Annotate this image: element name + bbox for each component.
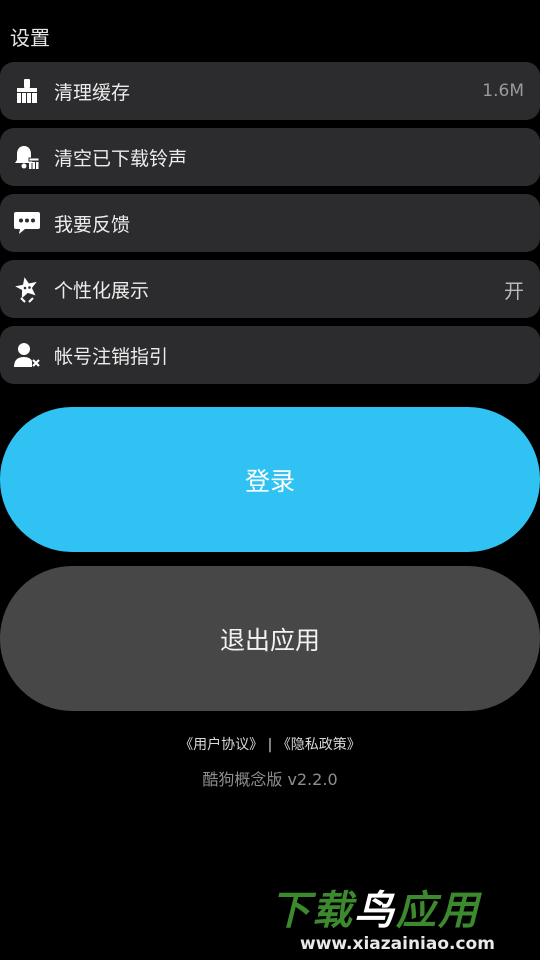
feedback-label: 我要反馈 — [54, 213, 131, 236]
clear-ringtones-label: 清空已下载铃声 — [54, 147, 188, 170]
chat-bubble-icon — [12, 208, 42, 238]
broom-icon — [12, 76, 42, 106]
user-remove-icon — [12, 340, 42, 370]
clear-cache-item[interactable]: 清理缓存 1.6M — [0, 62, 540, 120]
privacy-policy-link[interactable]: 《隐私政策》 — [277, 737, 361, 753]
login-button[interactable]: 登录 — [0, 407, 540, 552]
watermark-url: www.xiazainiao.com — [300, 934, 495, 954]
clear-cache-label: 清理缓存 — [54, 81, 131, 104]
watermark-title-part1: 下载 — [270, 888, 354, 934]
watermark-title-part2: 鸟 — [354, 888, 396, 934]
bell-clear-icon — [12, 142, 42, 172]
personalized-display-status: 开 — [504, 278, 524, 303]
personalized-display-label: 个性化展示 — [54, 279, 150, 302]
user-agreement-link[interactable]: 《用户协议》 — [179, 737, 263, 753]
watermark-logo: 下载鸟应用 www.xiazainiao.com — [270, 878, 540, 954]
page-title: 设置 — [10, 26, 50, 50]
personalized-display-item[interactable]: 个性化展示 开 — [0, 260, 540, 318]
footer-links: 《用户协议》 | 《隐私政策》 — [0, 734, 540, 754]
footer-separator: | — [267, 737, 273, 753]
watermark-title-part3: 应用 — [396, 888, 480, 934]
exit-app-button[interactable]: 退出应用 — [0, 566, 540, 711]
account-deletion-item[interactable]: 帐号注销指引 — [0, 326, 540, 384]
clear-ringtones-item[interactable]: 清空已下载铃声 — [0, 128, 540, 186]
star-badge-icon — [12, 274, 42, 304]
app-version: 酷狗概念版 v2.2.0 — [202, 770, 338, 789]
watermark-title: 下载鸟应用 — [270, 878, 540, 936]
feedback-item[interactable]: 我要反馈 — [0, 194, 540, 252]
account-deletion-label: 帐号注销指引 — [54, 345, 169, 368]
cache-size-value: 1.6M — [482, 81, 524, 101]
